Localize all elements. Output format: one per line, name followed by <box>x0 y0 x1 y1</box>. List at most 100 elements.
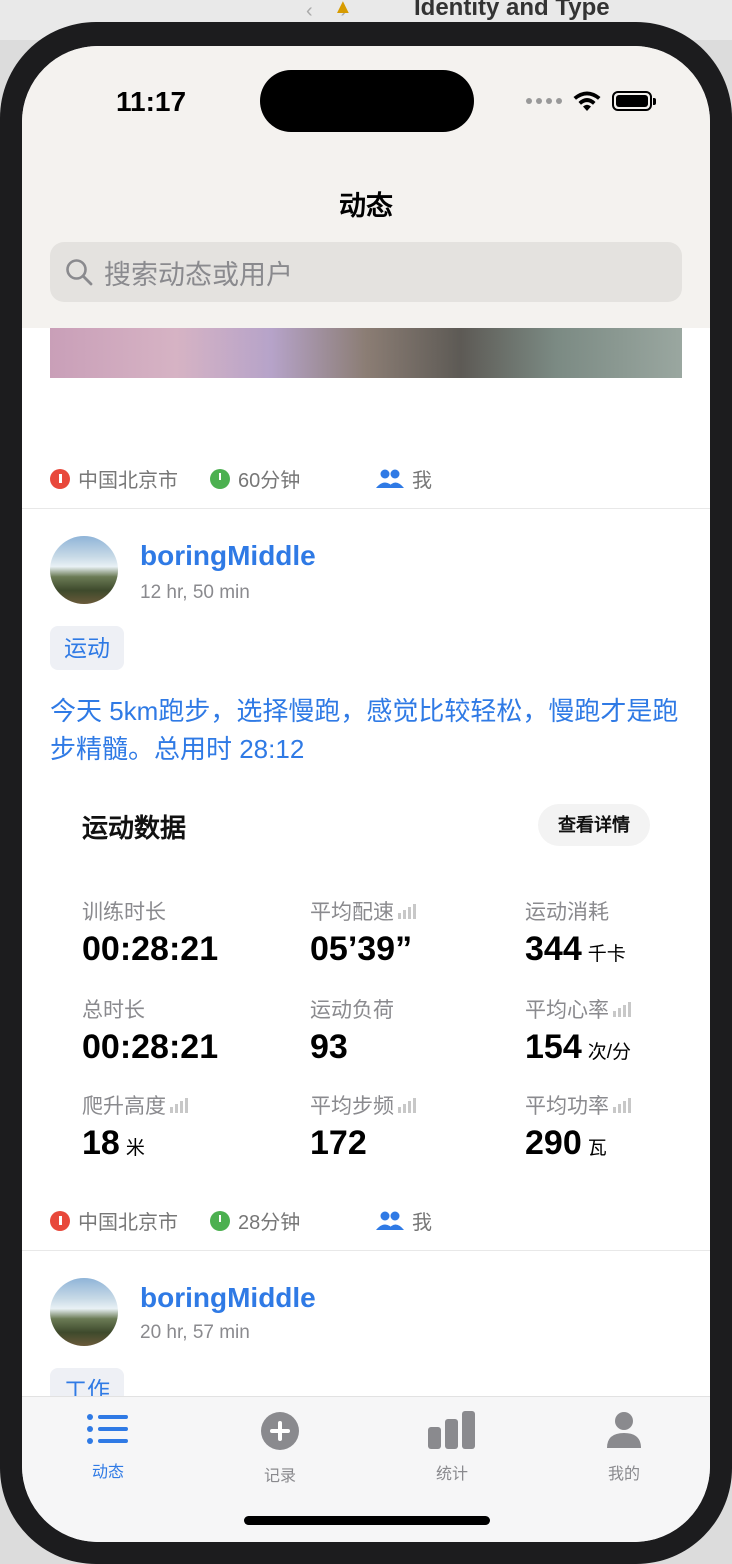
stat-value: 00:28:21 <box>82 930 219 968</box>
tab-label: 动态 <box>91 1464 124 1481</box>
trend-icon <box>170 1097 188 1113</box>
search-icon <box>66 259 93 286</box>
clock-icon <box>210 1210 230 1231</box>
stat-value-row: 172 <box>310 1124 416 1163</box>
stat-value-row: 05’39” <box>310 930 416 969</box>
warning-icon: ▲ <box>333 0 353 18</box>
stat-label: 平均配速 <box>310 896 416 926</box>
stat-label-text: 平均功率 <box>525 1095 609 1118</box>
plus-circle-icon <box>261 1412 299 1450</box>
stat-unit: 米 <box>125 1138 145 1159</box>
home-indicator[interactable] <box>244 1516 490 1525</box>
avatar[interactable] <box>50 536 118 604</box>
stat-item: 平均配速 05’39” <box>310 896 416 969</box>
phone-screen: 11:17 中国北京市 60分钟 我 boringMiddle 12 hr, 5… <box>22 46 710 1542</box>
stat-label: 运动负荷 <box>310 994 394 1024</box>
post-meta-row: 中国北京市 60分钟 我 <box>50 464 432 493</box>
stat-label: 平均步频 <box>310 1090 416 1120</box>
status-icons <box>526 90 656 112</box>
post-location: 中国北京市 <box>78 470 178 492</box>
tab-stats[interactable]: 统计 <box>392 1411 512 1484</box>
people-icon <box>376 469 404 488</box>
stat-value: 290 <box>525 1124 582 1162</box>
stat-unit: 千卡 <box>587 944 626 965</box>
bar-chart-icon <box>428 1411 475 1449</box>
person-icon <box>607 1412 641 1448</box>
desktop-window-title: Identity and Type <box>414 0 610 21</box>
stat-value: 344 <box>525 930 582 968</box>
tab-profile[interactable]: 我的 <box>564 1411 684 1484</box>
stat-item: 运动负荷 93 <box>310 994 394 1067</box>
post-duration: 60分钟 <box>238 470 301 492</box>
trend-icon <box>613 1001 631 1017</box>
stat-label: 平均功率 <box>525 1090 631 1120</box>
divider <box>22 508 710 509</box>
view-details-button[interactable]: 查看详情 <box>538 804 650 846</box>
phone-frame: 11:17 中国北京市 60分钟 我 boringMiddle 12 hr, 5… <box>0 22 732 1564</box>
location-pin-icon <box>50 1210 70 1231</box>
post-photo[interactable] <box>50 328 682 378</box>
stat-item: 爬升高度 18 米 <box>82 1090 188 1163</box>
tab-label: 记录 <box>263 1468 296 1485</box>
stat-label: 平均心率 <box>525 994 631 1024</box>
post-duration: 28分钟 <box>238 1212 301 1234</box>
sport-data-title: 运动数据 <box>82 813 187 843</box>
stat-value-row: 154 次/分 <box>525 1028 631 1067</box>
search-bar[interactable]: 搜索动态或用户 <box>50 242 682 302</box>
wifi-icon <box>573 91 601 111</box>
stat-unit: 瓦 <box>587 1138 607 1159</box>
stat-label-text: 运动消耗 <box>525 901 609 924</box>
cellular-signal-icon <box>526 98 562 104</box>
post-time: 12 hr, 50 min <box>140 582 250 603</box>
stat-label-text: 爬升高度 <box>82 1095 166 1118</box>
stat-value: 00:28:21 <box>82 1028 219 1066</box>
post-meta-row: 中国北京市 28分钟 我 <box>50 1206 432 1235</box>
tab-label: 统计 <box>435 1466 468 1483</box>
divider <box>22 1250 710 1251</box>
post-time: 20 hr, 57 min <box>140 1322 250 1343</box>
stat-label: 运动消耗 <box>525 896 626 926</box>
trend-icon <box>613 1097 631 1113</box>
stat-label-text: 平均步频 <box>310 1095 394 1118</box>
trend-icon <box>398 1097 416 1113</box>
post-username[interactable]: boringMiddle <box>140 540 316 572</box>
stat-item: 平均心率 154 次/分 <box>525 994 631 1067</box>
stat-value: 172 <box>310 1124 367 1162</box>
stat-value-row: 344 千卡 <box>525 930 626 969</box>
battery-icon <box>612 91 656 111</box>
stat-value: 05’39” <box>310 930 413 968</box>
clock-icon <box>210 468 230 489</box>
post-location: 中国北京市 <box>78 1212 178 1234</box>
page-title: 动态 <box>339 191 393 221</box>
dynamic-island <box>260 70 474 132</box>
stat-value: 18 <box>82 1124 120 1162</box>
tab-label: 我的 <box>607 1466 640 1483</box>
stat-value: 93 <box>310 1028 348 1066</box>
stat-label: 总时长 <box>82 994 218 1024</box>
stat-item: 平均步频 172 <box>310 1090 416 1163</box>
post-tag[interactable]: 运动 <box>50 626 124 670</box>
tab-record[interactable]: 记录 <box>220 1411 340 1486</box>
avatar[interactable] <box>50 1278 118 1346</box>
people-icon <box>376 1211 404 1230</box>
stat-label-text: 平均心率 <box>525 999 609 1022</box>
tab-feed[interactable]: 动态 <box>48 1411 168 1482</box>
stat-value-row: 290 瓦 <box>525 1124 631 1163</box>
search-placeholder[interactable]: 搜索动态或用户 <box>104 253 293 292</box>
status-time: 11:17 <box>116 86 187 117</box>
list-icon <box>87 1414 128 1444</box>
stat-unit: 次/分 <box>587 1042 632 1063</box>
stat-label: 训练时长 <box>82 896 218 926</box>
stat-value-row: 18 米 <box>82 1124 188 1163</box>
post-visibility: 我 <box>412 470 432 492</box>
location-pin-icon <box>50 468 70 489</box>
stat-label-text: 训练时长 <box>82 901 166 924</box>
stat-item: 训练时长 00:28:21 <box>82 896 218 969</box>
stat-label: 爬升高度 <box>82 1090 188 1120</box>
stat-item: 平均功率 290 瓦 <box>525 1090 631 1163</box>
post-text[interactable]: 今天 5km跑步，选择慢跑，感觉比较轻松，慢跑才是跑步精髓。总用时 28:12 <box>50 692 682 768</box>
post-username[interactable]: boringMiddle <box>140 1282 316 1314</box>
stat-value-row: 00:28:21 <box>82 1028 218 1067</box>
stat-item: 总时长 00:28:21 <box>82 994 218 1067</box>
stat-value: 154 <box>525 1028 582 1066</box>
